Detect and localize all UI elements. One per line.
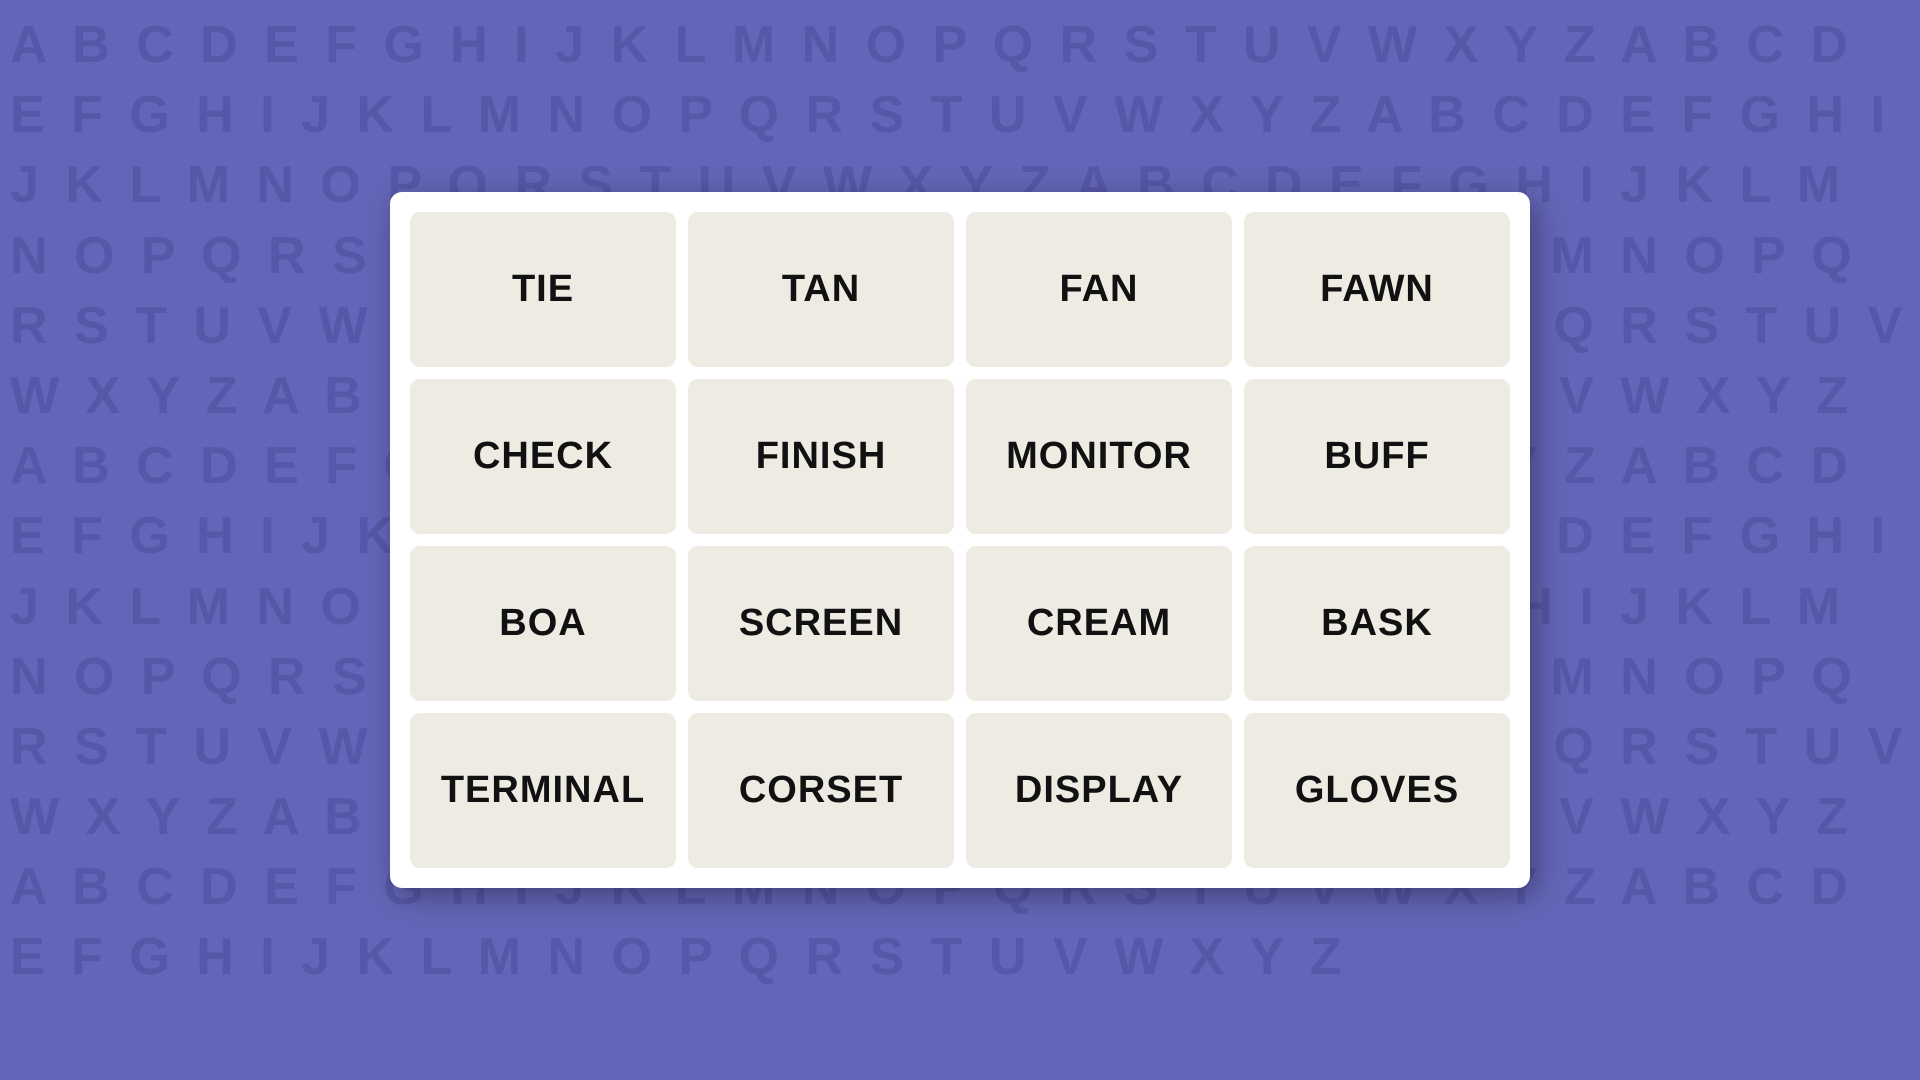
cell-label-fan: FAN xyxy=(1060,268,1139,311)
card-panel: TIE TAN FAN FAWN CHECK FINISH MONITOR BUFF BOA SC… xyxy=(390,192,1530,888)
cell-label-tan: TAN xyxy=(782,268,860,311)
cell-label-monitor: MONITOR xyxy=(1006,435,1192,478)
cell-label-tie: TIE xyxy=(512,268,574,311)
cell-monitor[interactable]: MONITOR xyxy=(966,379,1232,534)
cell-label-finish: FINISH xyxy=(756,435,887,478)
cell-label-cream: CREAM xyxy=(1027,602,1171,645)
cell-terminal[interactable]: TERMINAL xyxy=(410,713,676,868)
cell-label-buff: BUFF xyxy=(1324,435,1429,478)
cell-label-fawn: FAWN xyxy=(1320,268,1434,311)
cell-fawn[interactable]: FAWN xyxy=(1244,212,1510,367)
cell-label-corset: CORSET xyxy=(739,769,903,812)
cell-fan[interactable]: FAN xyxy=(966,212,1232,367)
cell-label-gloves: GLOVES xyxy=(1295,769,1459,812)
cell-label-boa: BOA xyxy=(499,602,586,645)
cell-label-display: DISPLAY xyxy=(1015,769,1183,812)
cell-tie[interactable]: TIE xyxy=(410,212,676,367)
cell-boa[interactable]: BOA xyxy=(410,546,676,701)
cell-label-terminal: TERMINAL xyxy=(441,769,645,812)
cell-bask[interactable]: BASK xyxy=(1244,546,1510,701)
cell-display[interactable]: DISPLAY xyxy=(966,713,1232,868)
cell-cream[interactable]: CREAM xyxy=(966,546,1232,701)
word-grid: TIE TAN FAN FAWN CHECK FINISH MONITOR BUFF BOA SC… xyxy=(410,212,1510,868)
cell-check[interactable]: CHECK xyxy=(410,379,676,534)
cell-tan[interactable]: TAN xyxy=(688,212,954,367)
cell-label-check: CHECK xyxy=(473,435,613,478)
cell-label-bask: BASK xyxy=(1321,602,1433,645)
cell-screen[interactable]: SCREEN xyxy=(688,546,954,701)
cell-buff[interactable]: BUFF xyxy=(1244,379,1510,534)
cell-corset[interactable]: CORSET xyxy=(688,713,954,868)
cell-finish[interactable]: FINISH xyxy=(688,379,954,534)
cell-label-screen: SCREEN xyxy=(739,602,903,645)
cell-gloves[interactable]: GLOVES xyxy=(1244,713,1510,868)
